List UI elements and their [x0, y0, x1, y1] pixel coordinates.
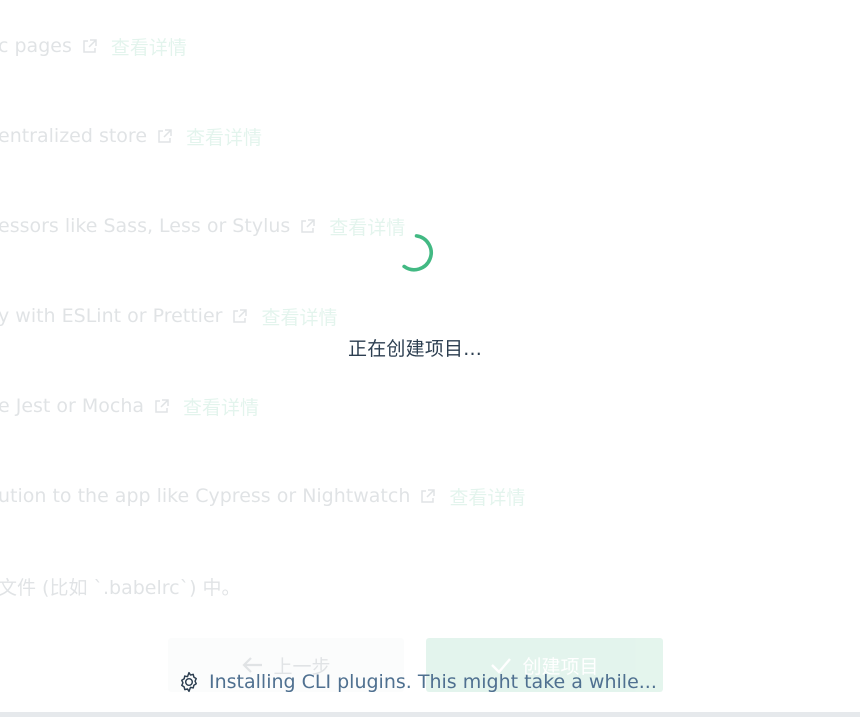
feature-item: y with ESLint or Prettier 查看详情	[0, 302, 337, 330]
project-create-screen: c pages 查看详情 entralized store 查看详情 essor…	[0, 0, 860, 717]
feature-item: c pages 查看详情	[0, 32, 187, 60]
feature-item: entralized store 查看详情	[0, 122, 262, 150]
details-link[interactable]: 查看详情	[186, 123, 262, 150]
details-link[interactable]: 查看详情	[183, 393, 259, 420]
external-link-icon[interactable]	[82, 38, 97, 54]
config-location-note: 文件 (比如 `.babelrc`) 中。	[0, 577, 241, 599]
loading-spinner-icon	[396, 234, 436, 274]
details-link[interactable]: 查看详情	[261, 303, 337, 330]
feature-description: y with ESLint or Prettier	[0, 305, 223, 327]
gear-icon	[178, 671, 200, 693]
external-link-icon[interactable]	[157, 128, 172, 144]
install-status-text: Installing CLI plugins. This might take …	[209, 671, 657, 693]
feature-item: e Jest or Mocha 查看详情	[0, 392, 259, 420]
external-link-icon[interactable]	[420, 488, 436, 504]
loading-message: 正在创建项目...	[348, 338, 482, 360]
feature-description: ution to the app like Cypress or Nightwa…	[0, 485, 411, 507]
external-link-icon[interactable]	[232, 308, 248, 324]
feature-description: e Jest or Mocha	[0, 395, 145, 417]
details-link[interactable]: 查看详情	[449, 483, 525, 510]
external-link-icon[interactable]	[300, 218, 316, 234]
feature-item: ution to the app like Cypress or Nightwa…	[0, 482, 525, 510]
external-link-icon[interactable]	[154, 398, 169, 414]
bottom-divider	[0, 712, 860, 717]
feature-description: c pages	[0, 35, 72, 57]
details-link[interactable]: 查看详情	[111, 33, 187, 60]
feature-item: essors like Sass, Less or Stylus 查看详情	[0, 212, 405, 240]
install-status: Installing CLI plugins. This might take …	[178, 671, 657, 693]
details-link[interactable]: 查看详情	[329, 213, 405, 240]
feature-description: entralized store	[0, 125, 148, 147]
feature-description: essors like Sass, Less or Stylus	[0, 215, 291, 237]
